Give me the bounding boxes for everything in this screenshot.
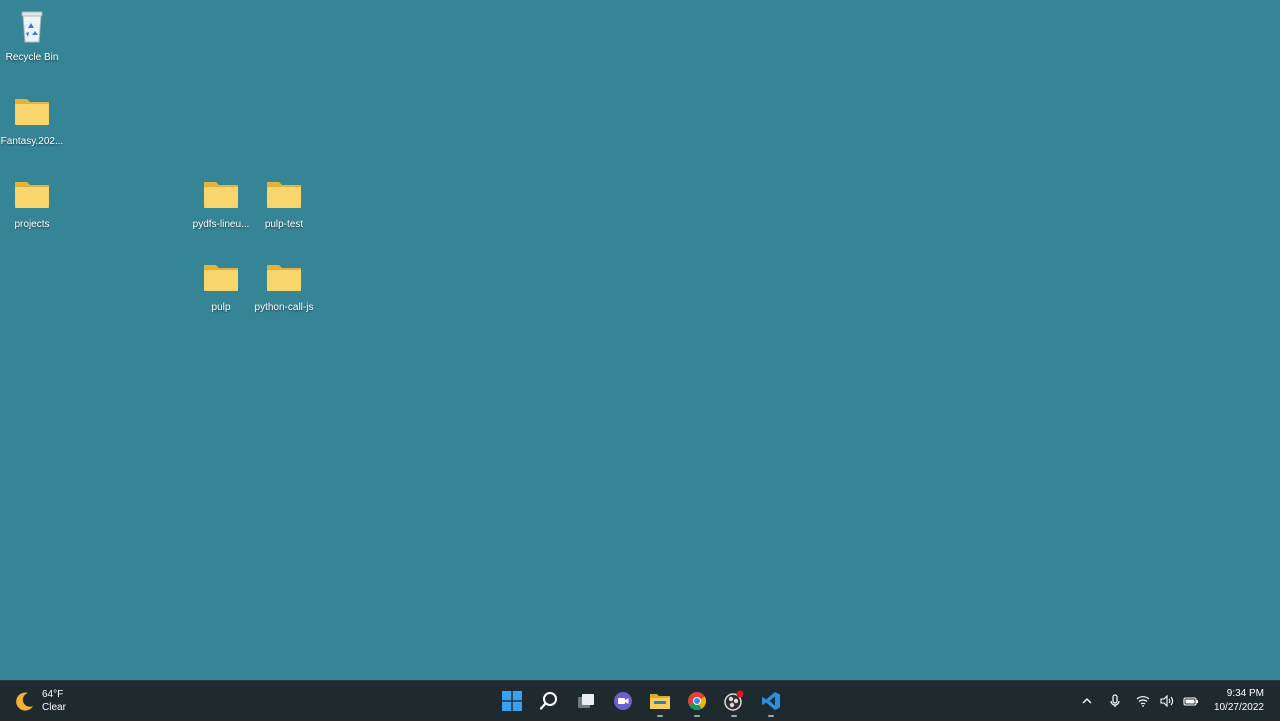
folder-icon — [15, 99, 49, 125]
desktop-icon-label: projects — [14, 219, 50, 230]
file-explorer-button[interactable] — [644, 685, 676, 717]
vscode-icon — [762, 692, 780, 710]
weather-temperature: 64°F — [42, 689, 64, 700]
weather-widget[interactable]: 64°F Clear — [14, 687, 66, 715]
windows-start-icon — [502, 691, 522, 711]
folder-icon — [204, 182, 238, 208]
folder-icon — [267, 182, 301, 208]
desktop-icon-label: python-call-js — [254, 302, 314, 313]
desktop-icon-folder[interactable]: pulp-test — [252, 169, 316, 245]
weather-condition: Clear — [42, 702, 66, 713]
search-button[interactable] — [533, 685, 565, 717]
folder-icon — [267, 265, 301, 291]
running-indicator — [657, 715, 663, 717]
desktop-icon-folder[interactable]: pydfs-lineu... — [189, 169, 253, 245]
obs-icon — [724, 690, 744, 711]
desktop: Recycle Bin Fantasy.202... projects pydf… — [0, 0, 1280, 680]
folder-icon — [15, 182, 49, 208]
vscode-button[interactable] — [755, 685, 787, 717]
system-tray: 9:34 PM 10/27/2022 — [1076, 681, 1280, 721]
desktop-icon-label: pydfs-lineu... — [192, 219, 250, 230]
chat-camera-icon — [614, 692, 632, 710]
clock[interactable]: 9:34 PM 10/27/2022 — [1214, 687, 1264, 715]
battery-icon — [1183, 697, 1198, 706]
network-button[interactable] — [1132, 690, 1154, 712]
running-indicator — [694, 715, 700, 717]
show-hidden-icons-button[interactable] — [1076, 690, 1098, 712]
chrome-button[interactable] — [681, 685, 713, 717]
chevron-up-icon — [1082, 698, 1092, 704]
folder-icon — [204, 265, 238, 291]
desktop-icon-folder[interactable]: projects — [0, 169, 64, 245]
file-explorer-icon — [650, 694, 670, 709]
wifi-icon — [1136, 696, 1150, 707]
chrome-icon — [688, 692, 707, 711]
task-view-icon — [578, 694, 594, 708]
search-icon — [539, 692, 557, 710]
moon-icon — [16, 692, 33, 711]
desktop-icon-label: Recycle Bin — [5, 52, 59, 63]
taskbar-apps — [496, 685, 792, 717]
desktop-icon-label: Fantasy.202... — [0, 136, 64, 147]
battery-button[interactable] — [1180, 690, 1202, 712]
volume-button[interactable] — [1156, 690, 1178, 712]
obs-button[interactable] — [718, 685, 750, 717]
chat-button[interactable] — [607, 685, 639, 717]
taskbar: 64°F Clear 9:34 PM 10/27/2022 — [0, 680, 1280, 721]
volume-icon — [1160, 695, 1173, 707]
desktop-icon-label: pulp — [211, 302, 231, 313]
start-button[interactable] — [496, 685, 528, 717]
clock-date: 10/27/2022 — [1213, 702, 1264, 713]
desktop-icon-folder[interactable]: python-call-js — [246, 252, 322, 328]
desktop-icon-label: pulp-test — [264, 219, 304, 230]
clock-time: 9:34 PM — [1226, 688, 1264, 699]
task-view-button[interactable] — [570, 685, 602, 717]
running-indicator — [731, 715, 737, 717]
desktop-icon-recycle-bin[interactable]: Recycle Bin — [0, 2, 64, 78]
microphone-icon — [1110, 694, 1120, 707]
desktop-icon-folder[interactable]: pulp — [189, 252, 253, 328]
running-indicator — [768, 715, 774, 717]
desktop-icon-folder[interactable]: Fantasy.202... — [0, 86, 64, 162]
microphone-button[interactable] — [1104, 690, 1126, 712]
recycle-bin-icon — [21, 11, 43, 43]
